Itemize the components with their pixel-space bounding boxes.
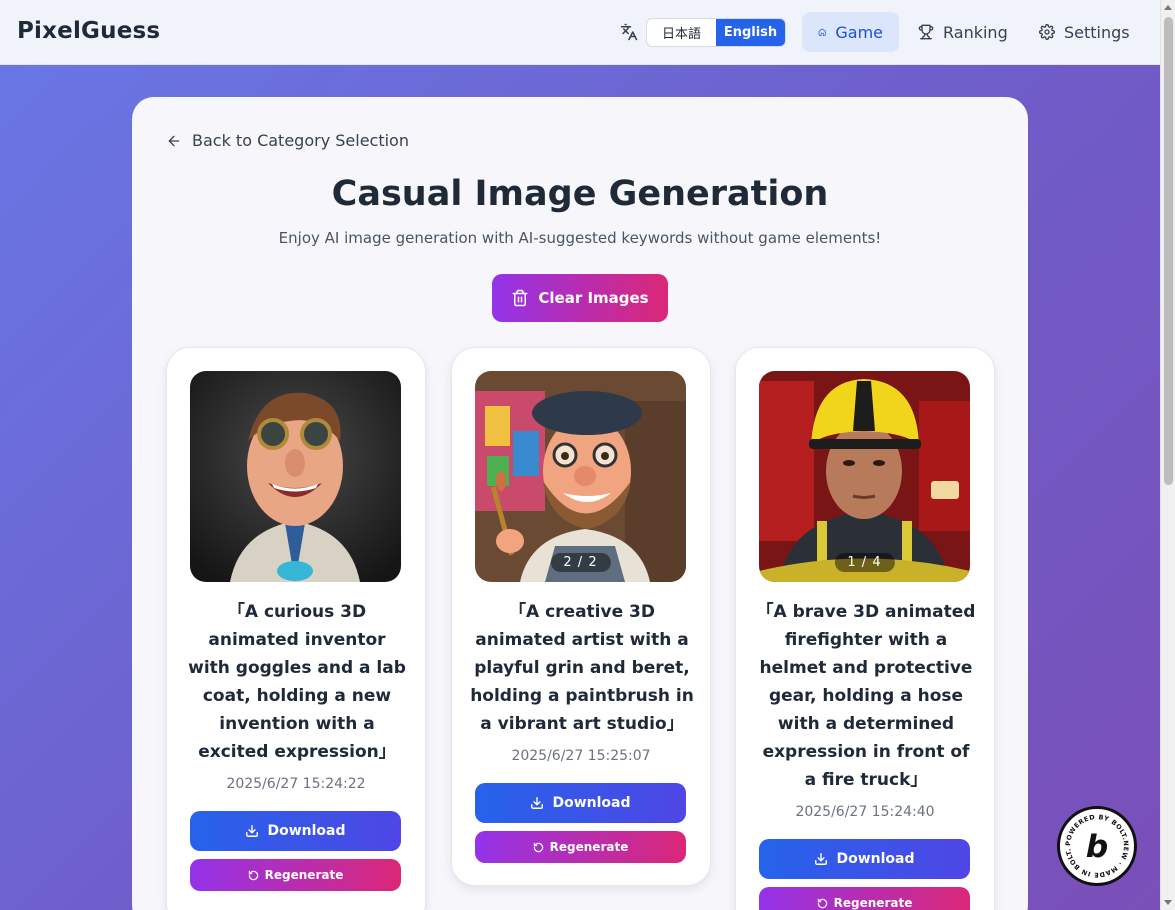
back-link-label: Back to Category Selection xyxy=(192,131,409,150)
image-card-artist: 2 / 2 「A creative 3D animated artist wit… xyxy=(451,347,711,886)
regenerate-button[interactable]: Regenerate xyxy=(475,831,686,863)
page-scrollbar[interactable] xyxy=(1160,0,1175,910)
bolt-badge[interactable]: POWERED BY BOLT.NEW · MADE IN BOLT.NEW ·… xyxy=(1056,803,1137,886)
refresh-icon xyxy=(817,898,827,908)
clear-images-label: Clear Images xyxy=(538,289,649,307)
nav-settings[interactable]: Settings xyxy=(1023,12,1146,52)
top-header: PixelGuess 日本語 English Game Ranking Sett… xyxy=(0,0,1160,65)
download-icon xyxy=(815,853,828,865)
image-prompt-text: 「A curious 3D animated inventor with gog… xyxy=(188,602,406,762)
download-icon xyxy=(531,797,544,809)
nav-settings-label: Settings xyxy=(1064,22,1130,42)
image-card-firefighter: 1 / 4 「A brave 3D animated firefighter w… xyxy=(735,347,995,910)
regenerate-label: Regenerate xyxy=(833,896,913,910)
download-label: Download xyxy=(836,851,915,867)
lang-japanese-button[interactable]: 日本語 xyxy=(647,19,716,46)
regenerate-label: Regenerate xyxy=(549,840,629,854)
nav-game[interactable]: Game xyxy=(802,12,899,52)
app-logo[interactable]: PixelGuess xyxy=(17,18,160,44)
generated-image-artist[interactable]: 2 / 2 xyxy=(475,371,686,582)
nav-ranking-label: Ranking xyxy=(943,22,1008,42)
refresh-icon xyxy=(248,870,258,880)
image-page-counter: 1 / 4 xyxy=(834,553,895,572)
download-label: Download xyxy=(552,795,631,811)
back-to-category-link[interactable]: Back to Category Selection xyxy=(166,131,409,150)
download-button[interactable]: Download xyxy=(475,783,686,823)
nav-ranking[interactable]: Ranking xyxy=(902,12,1024,52)
home-icon xyxy=(818,28,826,36)
translate-icon xyxy=(620,23,638,41)
trash-icon xyxy=(512,289,528,307)
image-timestamp: 2025/6/27 15:24:22 xyxy=(226,776,366,792)
download-icon xyxy=(246,825,259,837)
download-button[interactable]: Download xyxy=(759,839,970,879)
image-page-counter: 2 / 2 xyxy=(550,553,611,572)
image-card-inventor: 「A curious 3D animated inventor with gog… xyxy=(166,347,426,910)
refresh-icon xyxy=(533,842,543,852)
scroll-up-arrow[interactable] xyxy=(1164,5,1172,10)
inventor-image xyxy=(190,371,401,582)
image-prompt-text: 「A brave 3D animated firefighter with a … xyxy=(756,602,976,790)
language-switcher: 日本語 English xyxy=(646,18,786,47)
regenerate-button[interactable]: Regenerate xyxy=(759,887,970,910)
firefighter-image xyxy=(759,371,970,582)
bolt-logo-icon: POWERED BY BOLT.NEW · MADE IN BOLT.NEW ·… xyxy=(1056,803,1129,879)
trophy-icon xyxy=(918,24,934,40)
nav-game-label: Game xyxy=(835,22,883,42)
image-prompt-text: 「A creative 3D animated artist with a pl… xyxy=(470,602,694,734)
generated-image-inventor[interactable] xyxy=(190,371,401,582)
generated-image-firefighter[interactable]: 1 / 4 xyxy=(759,371,970,582)
page-subtitle: Enjoy AI image generation with AI-sugges… xyxy=(278,229,882,247)
regenerate-label: Regenerate xyxy=(264,868,344,882)
image-timestamp: 2025/6/27 15:24:40 xyxy=(795,804,935,820)
download-label: Download xyxy=(267,823,346,839)
regenerate-button[interactable]: Regenerate xyxy=(190,859,401,891)
gear-icon xyxy=(1039,24,1055,40)
lang-english-button[interactable]: English xyxy=(716,19,785,46)
download-button[interactable]: Download xyxy=(190,811,401,851)
image-timestamp: 2025/6/27 15:25:07 xyxy=(511,748,651,764)
page-title: Casual Image Generation xyxy=(331,174,829,214)
clear-images-button[interactable]: Clear Images xyxy=(492,274,668,322)
scroll-down-arrow[interactable] xyxy=(1164,900,1172,905)
scroll-thumb[interactable] xyxy=(1164,17,1173,485)
artist-image xyxy=(475,371,686,582)
badge-letter: b xyxy=(1086,829,1109,865)
arrow-left-icon xyxy=(168,135,180,146)
